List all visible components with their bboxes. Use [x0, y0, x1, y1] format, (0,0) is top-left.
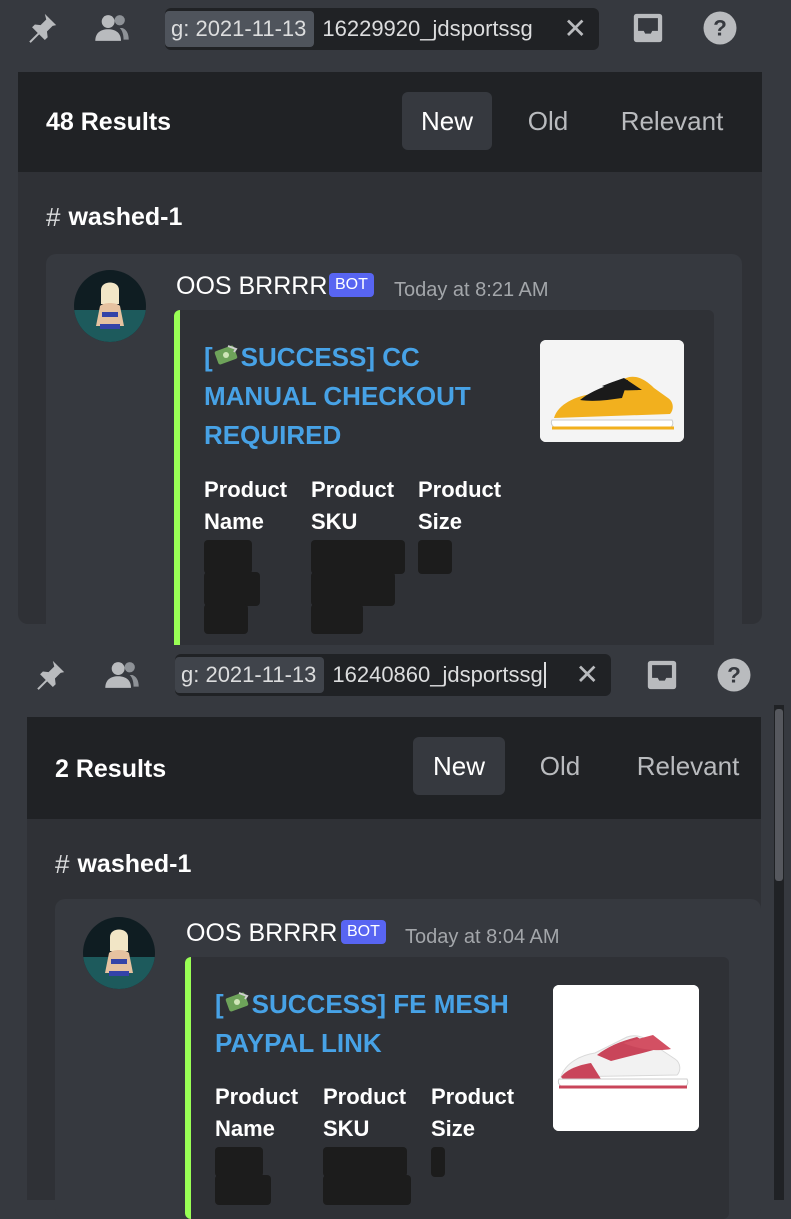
- search-query[interactable]: 16240860_jdsportssg: [332, 662, 542, 688]
- toolbar: g: 2021-11-13 16229920_jdsportssg ✕ ?: [0, 0, 791, 60]
- embed: [SUCCESS] CC MANUAL CHECKOUT REQUIRED Pr…: [174, 310, 714, 654]
- search-date-tag[interactable]: g: 2021-11-13: [165, 11, 315, 47]
- bot-badge: BOT: [341, 920, 386, 944]
- channel-name[interactable]: washed-1: [77, 850, 191, 879]
- search-input[interactable]: g: 2021-11-13 16240860_jdsportssg ✕: [175, 654, 611, 696]
- sort-new-button[interactable]: New: [402, 92, 492, 150]
- channel-hash-icon: #: [55, 849, 70, 879]
- message-author[interactable]: OOS BRRRR: [186, 919, 337, 948]
- inbox-icon[interactable]: [630, 10, 666, 46]
- embed-field-name: Product Name: [215, 1084, 299, 1141]
- inbox-icon[interactable]: [644, 657, 680, 693]
- embed-color-bar: [174, 310, 180, 654]
- embed-field-sku: Product SKU: [311, 477, 395, 534]
- results-header: 2 Results New Old Relevant: [27, 717, 761, 819]
- members-icon[interactable]: [104, 657, 140, 693]
- search-panel-1: g: 2021-11-13 16229920_jdsportssg ✕ ? 48…: [0, 0, 791, 654]
- search-input[interactable]: g: 2021-11-13 16229920_jdsportssg ✕: [165, 8, 599, 50]
- members-icon[interactable]: [94, 10, 130, 46]
- search-date-tag[interactable]: g: 2021-11-13: [175, 657, 325, 693]
- embed-color-bar: [185, 957, 191, 1219]
- help-icon[interactable]: ?: [716, 657, 752, 693]
- redacted-value: [311, 572, 395, 606]
- redacted-value: [204, 540, 252, 574]
- search-result-message[interactable]: OOS BRRRR BOT Today at 8:21 AM [SUCCESS]…: [46, 254, 742, 654]
- redacted-value: [204, 572, 260, 606]
- channel-hash-icon: #: [46, 202, 61, 232]
- channel-header[interactable]: # washed-1: [46, 202, 182, 233]
- embed-field-size: Product Size: [418, 477, 502, 534]
- embed: [SUCCESS] FE MESH PAYPAL LINK Product Nam…: [185, 957, 729, 1219]
- pin-icon[interactable]: [24, 10, 60, 46]
- embed-title[interactable]: [SUCCESS] CC MANUAL CHECKOUT REQUIRED: [204, 338, 514, 455]
- search-results: 48 Results New Old Relevant # washed-1 O…: [18, 72, 762, 654]
- svg-text:?: ?: [713, 16, 727, 41]
- redacted-value: [311, 604, 363, 634]
- money-emoji-icon: [224, 989, 252, 1017]
- pin-icon[interactable]: [32, 657, 68, 693]
- sort-relevant-button[interactable]: Relevant: [621, 737, 755, 795]
- channel-header[interactable]: # washed-1: [55, 849, 191, 880]
- clear-icon[interactable]: ✕: [576, 661, 599, 689]
- redacted-value: [311, 540, 405, 574]
- redacted-value: [323, 1147, 407, 1177]
- scrollbar-track[interactable]: [774, 705, 784, 1200]
- embed-field-name: Product Name: [204, 477, 288, 534]
- message-timestamp: Today at 8:21 AM: [394, 279, 549, 301]
- embed-field-size: Product Size: [431, 1084, 515, 1141]
- money-emoji-icon: [213, 342, 241, 370]
- redacted-value: [323, 1175, 411, 1205]
- embed-field-sku: Product SKU: [323, 1084, 407, 1141]
- redacted-value: [431, 1147, 445, 1177]
- results-count: 2 Results: [55, 755, 167, 783]
- sort-old-button[interactable]: Old: [521, 737, 599, 795]
- search-results: 2 Results New Old Relevant # washed-1 OO…: [27, 717, 761, 1219]
- channel-name[interactable]: washed-1: [68, 203, 182, 232]
- redacted-value: [215, 1147, 263, 1177]
- scrollbar-thumb[interactable]: [775, 709, 783, 881]
- message-timestamp: Today at 8:04 AM: [405, 926, 560, 948]
- embed-title[interactable]: [SUCCESS] FE MESH PAYPAL LINK: [215, 985, 535, 1063]
- redacted-value: [204, 604, 248, 634]
- svg-text:?: ?: [727, 663, 741, 688]
- message-author[interactable]: OOS BRRRR: [176, 272, 327, 301]
- avatar[interactable]: [83, 917, 155, 989]
- search-query[interactable]: 16229920_jdsportssg: [322, 16, 532, 42]
- redacted-value: [418, 540, 452, 574]
- help-icon[interactable]: ?: [702, 10, 738, 46]
- product-thumbnail[interactable]: [540, 340, 684, 442]
- search-panel-2: g: 2021-11-13 16240860_jdsportssg ✕ ? 2 …: [0, 645, 791, 1219]
- results-count: 48 Results: [46, 108, 172, 136]
- search-result-message[interactable]: OOS BRRRR BOT Today at 8:04 AM [SUCCESS]…: [55, 899, 761, 1219]
- clear-icon[interactable]: ✕: [564, 15, 587, 43]
- bot-badge: BOT: [329, 273, 374, 297]
- sort-relevant-button[interactable]: Relevant: [608, 92, 736, 150]
- product-thumbnail[interactable]: [553, 985, 699, 1131]
- redacted-value: [215, 1175, 271, 1205]
- sort-old-button[interactable]: Old: [508, 92, 588, 150]
- avatar[interactable]: [74, 270, 146, 342]
- toolbar: g: 2021-11-13 16240860_jdsportssg ✕ ?: [0, 645, 791, 715]
- sort-new-button[interactable]: New: [413, 737, 505, 795]
- results-header: 48 Results New Old Relevant: [18, 72, 762, 172]
- text-caret: [543, 662, 546, 688]
